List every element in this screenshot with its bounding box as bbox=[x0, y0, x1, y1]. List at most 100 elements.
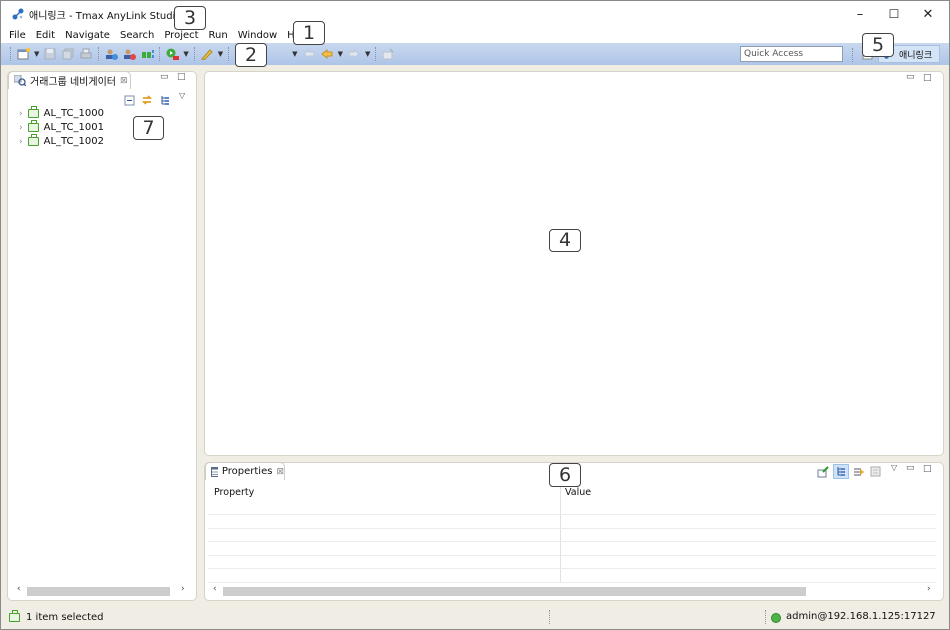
new-dropdown-icon[interactable]: ▼ bbox=[34, 50, 39, 58]
perspective-label: 애니링크 bbox=[899, 50, 933, 61]
callout-7: 7 bbox=[133, 116, 164, 140]
column-header-property[interactable]: Property bbox=[214, 487, 254, 498]
save-icon[interactable] bbox=[43, 47, 57, 61]
disconnect-user-icon[interactable] bbox=[122, 47, 136, 61]
minimize-view-icon[interactable]: ▭ bbox=[160, 72, 169, 82]
tab-properties[interactable]: Properties ⊠ bbox=[205, 462, 285, 480]
scroll-right-icon[interactable]: › bbox=[181, 584, 185, 594]
pen-dropdown-icon[interactable]: ▼ bbox=[218, 50, 223, 58]
title-bar: 애니링크 - Tmax AnyLink Studio – ☐ ✕ bbox=[1, 1, 949, 27]
toolbar-separator bbox=[10, 47, 11, 61]
pin-editor-icon[interactable] bbox=[381, 47, 395, 61]
forward-icon[interactable] bbox=[347, 47, 361, 61]
table-row bbox=[208, 582, 936, 583]
toolbar-separator bbox=[375, 47, 377, 61]
menu-search[interactable]: Search bbox=[120, 30, 154, 41]
properties-horizontal-scrollbar[interactable]: ‹ › bbox=[209, 584, 939, 598]
scroll-right-icon[interactable]: › bbox=[927, 584, 931, 594]
transaction-group-navigator-panel bbox=[7, 71, 197, 601]
callout-1: 1 bbox=[293, 21, 325, 45]
back-nav-icon[interactable] bbox=[320, 47, 334, 61]
deploy-icon[interactable] bbox=[140, 47, 154, 61]
properties-tab-label: Properties bbox=[221, 466, 273, 477]
back-dropdown-icon[interactable]: ▼ bbox=[338, 50, 343, 58]
scroll-left-icon[interactable]: ‹ bbox=[17, 584, 21, 594]
connect-user-icon[interactable] bbox=[104, 47, 118, 61]
scrollbar-thumb[interactable] bbox=[27, 587, 170, 596]
callout-3: 3 bbox=[174, 6, 206, 30]
expand-chevron-icon[interactable]: › bbox=[19, 109, 23, 119]
navigator-tab-label: 거래그룹 네비게이터 bbox=[30, 77, 116, 88]
tree-item[interactable]: › AL_TC_1001 bbox=[19, 120, 104, 134]
status-separator bbox=[549, 610, 550, 624]
toolbar-separator bbox=[852, 48, 853, 62]
column-header-value[interactable]: Value bbox=[565, 487, 591, 498]
table-row bbox=[208, 528, 936, 529]
link-with-editor-icon[interactable] bbox=[140, 93, 154, 107]
toolbar-separator bbox=[159, 47, 161, 61]
expand-chevron-icon[interactable]: › bbox=[19, 123, 23, 133]
run-icon[interactable] bbox=[165, 47, 179, 61]
maximize-button[interactable]: ☐ bbox=[877, 1, 911, 27]
status-separator bbox=[765, 610, 766, 624]
toolbar-separator bbox=[98, 47, 100, 61]
new-wizard-icon[interactable] bbox=[16, 47, 30, 61]
expand-chevron-icon[interactable]: › bbox=[19, 137, 23, 147]
toolbar-separator bbox=[228, 47, 230, 61]
close-tab-icon[interactable]: ⊠ bbox=[276, 467, 284, 477]
collapse-all-icon[interactable] bbox=[122, 93, 136, 107]
minimize-editor-icon[interactable]: ▭ bbox=[906, 72, 915, 82]
menu-navigate[interactable]: Navigate bbox=[65, 30, 110, 41]
connection-status-icon bbox=[771, 613, 781, 623]
minimize-button[interactable]: – bbox=[843, 1, 877, 27]
briefcase-icon bbox=[9, 610, 20, 622]
back-icon[interactable] bbox=[302, 47, 316, 61]
maximize-view-icon[interactable]: □ bbox=[923, 464, 932, 474]
close-tab-icon[interactable]: ⊠ bbox=[120, 76, 128, 86]
anylink-logo-icon bbox=[11, 7, 25, 21]
tree-view-icon[interactable] bbox=[158, 93, 172, 107]
table-row bbox=[208, 514, 936, 515]
quick-access-input[interactable]: Quick Access bbox=[740, 46, 843, 62]
menu-window[interactable]: Window bbox=[238, 30, 277, 41]
navigator-horizontal-scrollbar[interactable]: ‹ › bbox=[13, 584, 193, 598]
menu-project[interactable]: Project bbox=[164, 30, 198, 41]
tree-item-label: AL_TC_1001 bbox=[43, 122, 104, 133]
pin-view-icon[interactable] bbox=[816, 465, 830, 479]
menu-edit[interactable]: Edit bbox=[36, 30, 55, 41]
show-advanced-icon[interactable] bbox=[852, 465, 866, 479]
menu-file[interactable]: File bbox=[9, 30, 26, 41]
maximize-editor-icon[interactable]: □ bbox=[923, 73, 932, 83]
run-dropdown-icon[interactable]: ▼ bbox=[183, 50, 188, 58]
callout-6: 6 bbox=[549, 463, 581, 487]
briefcase-icon bbox=[27, 106, 39, 118]
briefcase-icon bbox=[27, 120, 39, 132]
pen-tool-icon[interactable] bbox=[200, 47, 214, 61]
view-menu-icon[interactable]: ▽ bbox=[179, 91, 185, 100]
tree-item[interactable]: › AL_TC_1000 bbox=[19, 106, 104, 120]
scrollbar-thumb[interactable] bbox=[223, 587, 806, 596]
app-window: 애니링크 - Tmax AnyLink Studio – ☐ ✕ File Ed… bbox=[0, 0, 950, 630]
navigator-icon bbox=[14, 75, 26, 86]
menu-run[interactable]: Run bbox=[209, 30, 228, 41]
view-menu-icon[interactable]: ▽ bbox=[891, 463, 897, 472]
scroll-left-icon[interactable]: ‹ bbox=[213, 584, 217, 594]
callout-4: 4 bbox=[549, 229, 581, 252]
callout-5: 5 bbox=[862, 33, 894, 57]
tab-transaction-group-navigator[interactable]: 거래그룹 네비게이터 ⊠ bbox=[8, 71, 131, 89]
table-row bbox=[208, 568, 936, 569]
briefcase-icon bbox=[27, 134, 39, 146]
close-button[interactable]: ✕ bbox=[911, 1, 945, 27]
menu-bar: File Edit Navigate Search Project Run Wi… bbox=[1, 27, 949, 43]
maximize-view-icon[interactable]: □ bbox=[177, 72, 186, 82]
minimize-view-icon[interactable]: ▭ bbox=[906, 463, 915, 473]
callout-2: 2 bbox=[235, 43, 267, 67]
tree-item[interactable]: › AL_TC_1002 bbox=[19, 134, 104, 148]
nav-dropdown-icon[interactable]: ▼ bbox=[292, 50, 297, 58]
show-categories-icon[interactable] bbox=[833, 464, 849, 479]
tree-item-label: AL_TC_1002 bbox=[43, 136, 104, 147]
forward-dropdown-icon[interactable]: ▼ bbox=[365, 50, 370, 58]
save-all-icon[interactable] bbox=[61, 47, 75, 61]
restore-default-icon[interactable] bbox=[869, 465, 883, 479]
print-icon[interactable] bbox=[79, 47, 93, 61]
